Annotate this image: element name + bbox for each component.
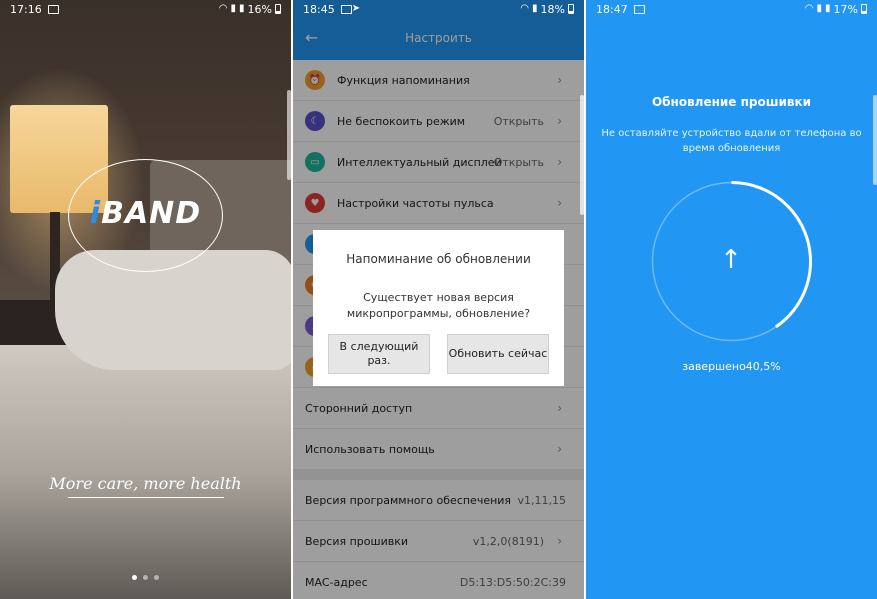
update-now-button[interactable]: Обновить сейчас <box>447 334 549 374</box>
page-dot-1[interactable] <box>132 575 137 580</box>
tagline-underline <box>68 497 224 498</box>
page-dot-3[interactable] <box>154 575 159 580</box>
dialog-title: Напоминание об обновлении <box>346 252 531 266</box>
upload-arrow-icon: ↑ <box>720 245 742 275</box>
firmware-description: Не оставляйте устройство вдали от телефо… <box>601 128 862 154</box>
signal-icon: ▮ <box>532 3 538 14</box>
edge-handle[interactable] <box>287 90 291 180</box>
wifi-icon: ◠ <box>218 3 228 14</box>
wifi-icon: ◠ <box>520 3 530 14</box>
battery-icon <box>861 4 867 14</box>
status-bar: 17:16 ◠ ▮ ▮ 16% <box>0 0 291 18</box>
battery-icon <box>275 4 281 14</box>
battery-percent: 17% <box>833 2 858 16</box>
status-bar: 18:45 ➤ ◠ ▮ 18% <box>293 0 584 18</box>
progress-text: завершено40,5% <box>682 360 781 373</box>
gallery-icon <box>47 4 59 14</box>
status-time: 18:45 <box>303 2 335 16</box>
telegram-icon: ➤ <box>351 3 361 14</box>
gallery-icon <box>633 4 645 14</box>
status-time: 17:16 <box>10 2 42 16</box>
signal-icon: ▮ <box>230 3 237 14</box>
battery-percent: 18% <box>540 2 565 16</box>
signal-icon-2: ▮ <box>825 3 831 14</box>
splash-screen: 17:16 ◠ ▮ ▮ 16% iBAND More care, more he… <box>0 0 291 599</box>
edge-handle[interactable] <box>873 95 877 185</box>
page-indicator <box>0 575 291 580</box>
edge-handle[interactable] <box>580 95 584 215</box>
status-right: ◠ ▮ ▮ 17% <box>805 3 867 16</box>
firmware-update-screen: 18:47 ◠ ▮ ▮ 17% Обновление прошивки Не о… <box>586 0 877 599</box>
status-right: ◠ ▮ ▮ 16% <box>219 3 281 16</box>
signal-icon: ▮ <box>816 3 823 14</box>
status-bar: 18:47 ◠ ▮ ▮ 17% <box>586 0 877 18</box>
battery-percent: 16% <box>247 2 272 16</box>
gallery-icon <box>340 4 352 14</box>
later-button[interactable]: В следующий раз. <box>328 334 430 374</box>
update-dialog: Напоминание об обновлении Существует нов… <box>313 230 564 386</box>
page-dot-2[interactable] <box>143 575 148 580</box>
settings-screen: ← Настроить 18:45 ➤ ◠ ▮ 18% ⏰ Функция на… <box>293 0 584 599</box>
wifi-icon: ◠ <box>804 3 814 14</box>
status-time: 18:47 <box>596 2 628 16</box>
firmware-title: Обновление прошивки <box>651 95 812 109</box>
battery-icon <box>568 4 574 14</box>
signal-icon-2: ▮ <box>239 3 245 14</box>
dialog-message: Существует новая версия микропрограммы, … <box>346 291 531 320</box>
iband-logo: iBAND <box>89 196 202 231</box>
bed-image <box>0 345 291 599</box>
status-right: ◠ ▮ 18% <box>520 3 574 16</box>
tagline: More care, more health <box>49 474 242 493</box>
